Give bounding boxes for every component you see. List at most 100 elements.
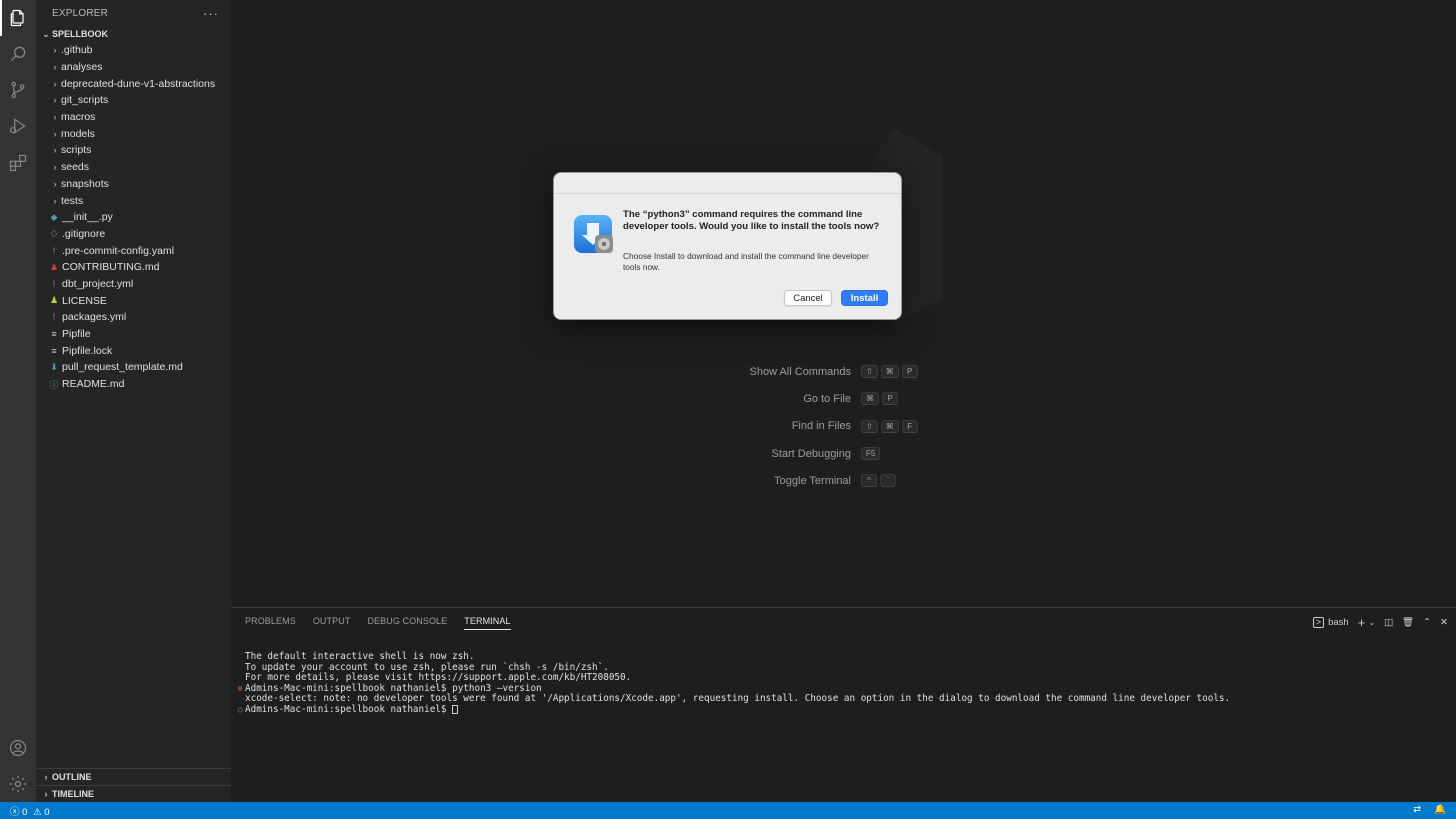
errors-indicator[interactable]: ⓧ 0 ⚠ 0 <box>10 804 50 818</box>
dialog-titlebar <box>554 173 901 194</box>
file-name: README.md <box>62 378 125 391</box>
tab-output[interactable]: OUTPUT <box>313 616 351 630</box>
folder-name: analyses <box>61 61 103 74</box>
warning-count: 0 <box>44 806 50 818</box>
remote-feedback-icon[interactable]: ⇄ <box>1413 804 1421 815</box>
shortcut-row: Toggle Terminal ^ ` <box>700 467 960 494</box>
explorer-sidebar: EXPLORER ··· ⌄ SPELLBOOK › .github › analys… <box>36 0 231 802</box>
chevron-right-icon: › <box>53 45 57 56</box>
terminal-text: The default interactive shell is now zsh… <box>245 651 475 662</box>
tree-file[interactable]: ◆ __init__.py <box>36 209 231 226</box>
shell-name[interactable]: bash <box>1328 617 1349 628</box>
terminal-output[interactable]: The default interactive shell is now zsh… <box>235 651 1231 716</box>
folder-name: seeds <box>61 161 90 174</box>
project-name: SPELLBOOK <box>52 29 109 39</box>
shortcut-label: Find in Files <box>791 420 851 433</box>
project-section-header[interactable]: ⌄ SPELLBOOK <box>36 26 231 42</box>
folder-name: scripts <box>61 144 92 157</box>
chevron-right-icon: › <box>53 95 57 106</box>
file-name: packages.yml <box>62 311 127 324</box>
tab-terminal[interactable]: TERMINAL <box>464 616 511 630</box>
tree-folder[interactable]: › seeds <box>36 159 231 176</box>
keycap: P <box>882 392 898 406</box>
file-name: __init__.py <box>62 211 113 224</box>
chevron-right-icon: › <box>44 789 48 799</box>
terminal-text: Admins-Mac-mini:spellbook nathaniel$ <box>245 703 453 715</box>
install-button[interactable]: Install <box>841 290 888 306</box>
trash-icon[interactable]: 🗑 <box>1402 617 1414 628</box>
folder-name: snapshots <box>61 177 109 190</box>
source-control-icon[interactable] <box>0 72 36 108</box>
git-icon: ◇ <box>50 228 58 239</box>
tree-file[interactable]: ◇ .gitignore <box>36 226 231 243</box>
chevron-down-icon[interactable]: ⌄ <box>1368 618 1375 627</box>
keycap: ` <box>880 474 896 488</box>
tree-file[interactable]: ⬇ pull_request_template.md <box>36 359 231 376</box>
keycap: ⇧ <box>861 365 878 379</box>
tab-debug-console[interactable]: DEBUG CONSOLE <box>367 616 447 630</box>
tree-file[interactable]: ♟ CONTRIBUTING.md <box>36 259 231 276</box>
split-terminal-icon[interactable]: ◫ <box>1384 617 1393 628</box>
tree-folder[interactable]: › tests <box>36 192 231 209</box>
outline-section-header[interactable]: › OUTLINE <box>36 768 231 785</box>
tree-folder[interactable]: › snapshots <box>36 176 231 193</box>
settings-gear-icon[interactable] <box>0 766 36 802</box>
shortcut-label: Show All Commands <box>749 365 852 378</box>
tree-file[interactable]: ♟ LICENSE <box>36 292 231 309</box>
file-name: Pipfile <box>62 328 91 341</box>
chevron-right-icon: › <box>53 78 57 89</box>
shortcut-hints: Show All Commands ⇧ ⌘ P Go to File ⌘ P Find in … <box>700 358 960 494</box>
new-terminal-icon[interactable]: + <box>1358 615 1366 630</box>
chevron-right-icon: › <box>53 112 57 123</box>
file-name: pull_request_template.md <box>62 361 183 374</box>
more-actions-icon[interactable]: ··· <box>203 6 219 21</box>
tree-file[interactable]: ! .pre-commit-config.yaml <box>36 242 231 259</box>
keycap: ^ <box>861 474 877 488</box>
timeline-section-header[interactable]: › TIMELINE <box>36 785 231 802</box>
tree-file[interactable]: ≡ Pipfile.lock <box>36 342 231 359</box>
maximize-panel-icon[interactable]: ⌃ <box>1423 617 1431 628</box>
chevron-right-icon: › <box>53 128 57 139</box>
tree-folder[interactable]: › deprecated-dune-v1-abstractions <box>36 75 231 92</box>
search-icon[interactable] <box>0 36 36 72</box>
dialog-message: Choose Install to download and install t… <box>623 251 869 272</box>
extensions-icon[interactable] <box>0 145 36 181</box>
explorer-header: EXPLORER ··· <box>36 0 231 27</box>
tree-folder[interactable]: › git_scripts <box>36 92 231 109</box>
terminal-line: ○ Admins-Mac-mini:spellbook nathaniel$ <box>235 703 1230 716</box>
yaml-icon: ! <box>52 312 56 323</box>
markdown-download-icon: ⬇ <box>50 361 58 372</box>
tree-folder[interactable]: › .github <box>36 42 231 59</box>
folder-name: macros <box>61 111 96 124</box>
tree-folder[interactable]: › analyses <box>36 59 231 76</box>
tree-file[interactable]: ⓘ README.md <box>36 376 231 393</box>
file-name: LICENSE <box>62 294 107 307</box>
keycap: P <box>901 365 918 379</box>
notifications-bell-icon[interactable]: 🔔 <box>1434 804 1446 815</box>
folder-name: deprecated-dune-v1-abstractions <box>61 77 216 90</box>
outline-label: OUTLINE <box>52 772 92 782</box>
run-debug-icon[interactable] <box>0 108 36 144</box>
tree-file[interactable]: ! dbt_project.yml <box>36 276 231 293</box>
tab-problems[interactable]: PROBLEMS <box>245 616 296 630</box>
yaml-icon: ! <box>52 245 56 256</box>
tree-folder[interactable]: › macros <box>36 109 231 126</box>
account-icon[interactable] <box>0 730 36 766</box>
text-icon: ≡ <box>51 329 57 340</box>
file-name: CONTRIBUTING.md <box>62 261 160 274</box>
file-name: .gitignore <box>62 227 106 240</box>
tree-folder[interactable]: › scripts <box>36 142 231 159</box>
cancel-button[interactable]: Cancel <box>784 290 832 306</box>
keycap: ⌘ <box>861 392 879 406</box>
command-pending-icon: ○ <box>237 704 243 714</box>
tree-file[interactable]: ≡ Pipfile <box>36 326 231 343</box>
keycap: ⇧ <box>861 419 878 433</box>
tree-file[interactable]: ! packages.yml <box>36 309 231 326</box>
terminal-shell-icon: > <box>1312 617 1325 628</box>
bottom-panel: PROBLEMS OUTPUT DEBUG CONSOLE TERMINAL > ba… <box>231 607 1456 802</box>
tree-folder[interactable]: › models <box>36 125 231 142</box>
explorer-icon[interactable] <box>0 0 36 36</box>
close-panel-icon[interactable]: ✕ <box>1440 617 1448 628</box>
yaml-icon: ! <box>52 278 56 289</box>
folder-name: git_scripts <box>61 94 109 107</box>
